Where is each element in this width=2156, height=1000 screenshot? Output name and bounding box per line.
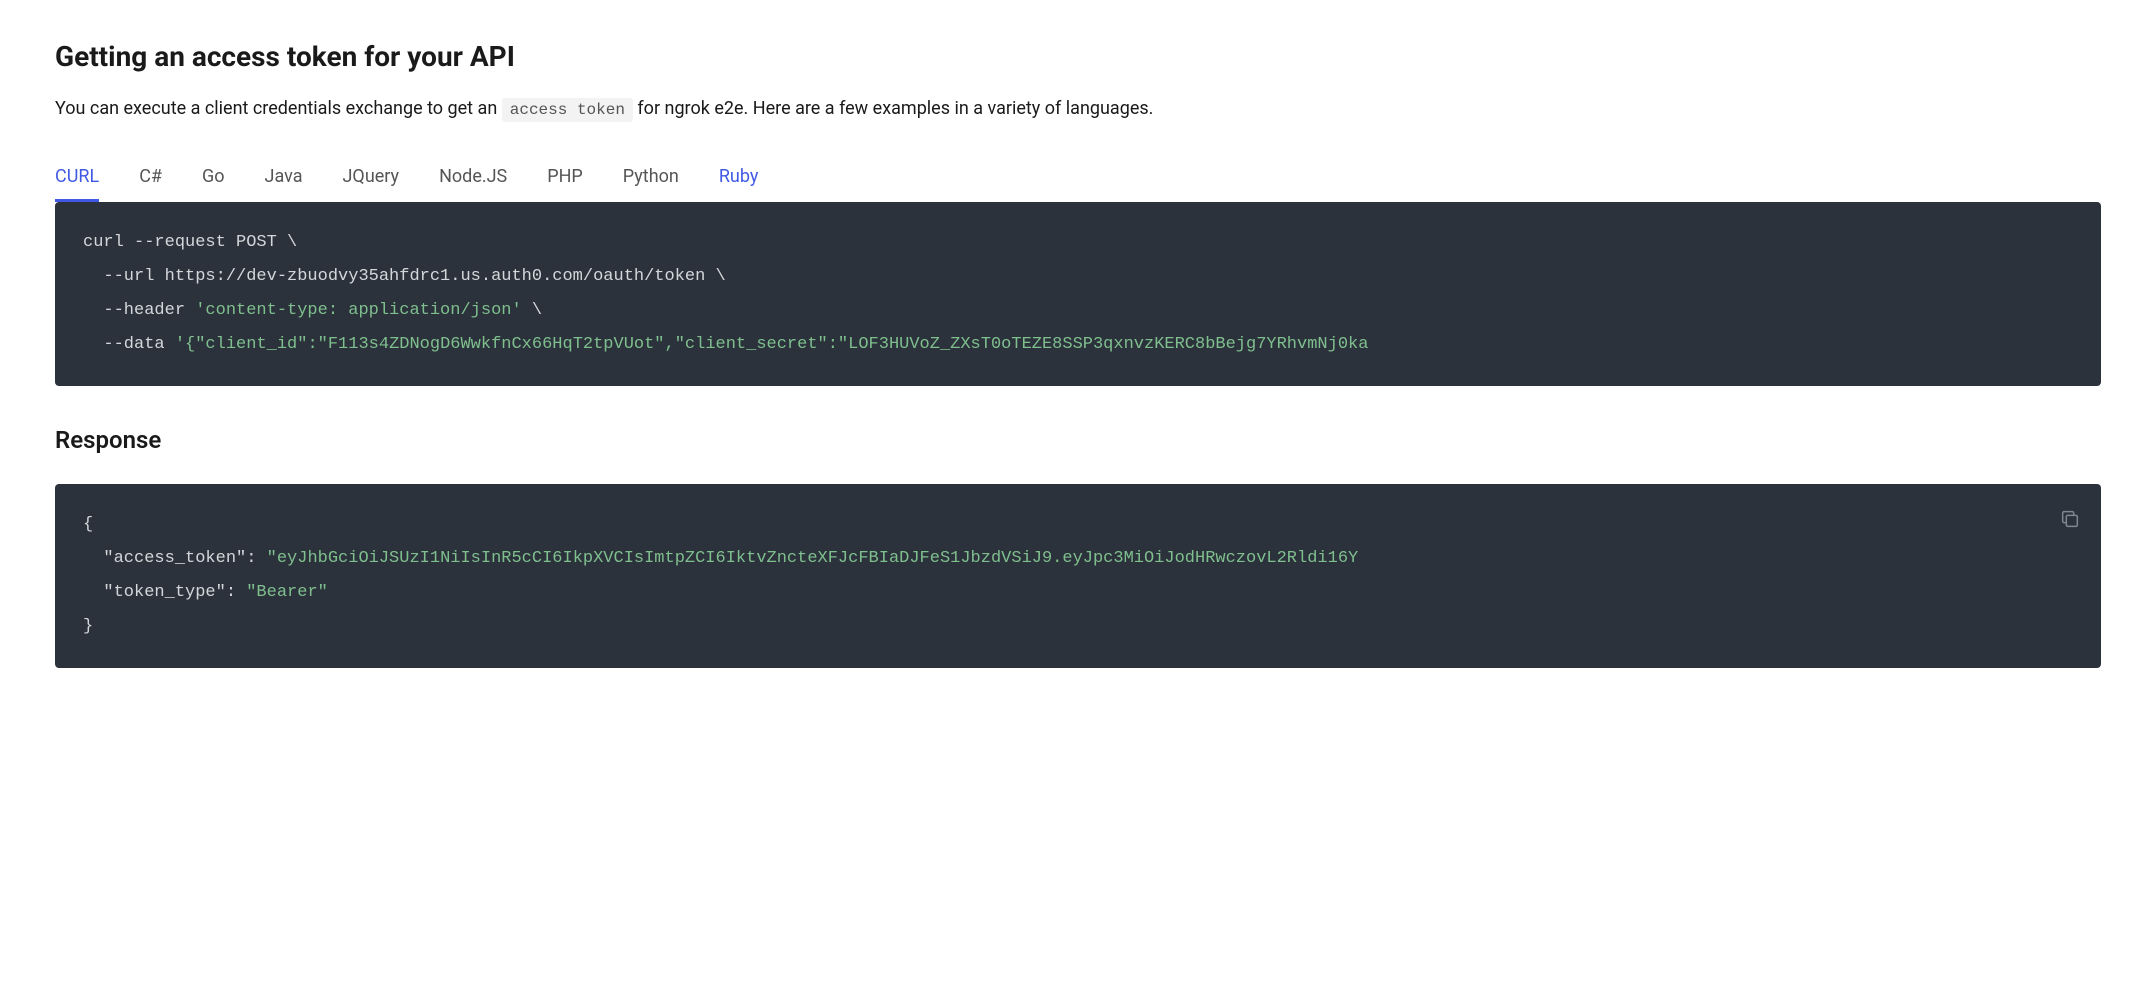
code-line-3-string: 'content-type: application/json' [195,301,521,320]
page-heading: Getting an access token for your API [55,40,2101,73]
copy-icon[interactable] [2059,508,2081,530]
tab-curl[interactable]: CURL [55,166,99,202]
request-code-block: curl --request POST \ --url https://dev-… [55,202,2101,386]
code-line-3-post: \ [522,301,542,320]
code-line-4-pre: --data [83,335,175,354]
tab-php[interactable]: PHP [547,166,583,202]
response-line-3-pre: "token_type": [83,583,246,602]
tab-nodejs[interactable]: Node.JS [439,166,507,202]
response-line-1: { [83,515,93,534]
description-pre-text: You can execute a client credentials exc… [55,98,502,119]
description-post-text: for ngrok e2e. Here are a few examples i… [633,98,1153,119]
tab-python[interactable]: Python [623,166,679,202]
tab-csharp[interactable]: C# [139,166,162,202]
response-line-4: } [83,617,93,636]
description-paragraph: You can execute a client credentials exc… [55,95,2101,124]
tab-go[interactable]: Go [202,166,225,202]
inline-code-access-token: access token [502,98,633,122]
tab-jquery[interactable]: JQuery [343,166,400,202]
language-tabs: CURL C# Go Java JQuery Node.JS PHP Pytho… [55,166,2101,202]
code-line-3-pre: --header [83,301,195,320]
response-line-3-string: "Bearer" [246,583,328,602]
code-line-2: --url https://dev-zbuodvy35ahfdrc1.us.au… [83,267,726,286]
response-code-block: { "access_token": "eyJhbGciOiJSUzI1NiIsI… [55,484,2101,668]
response-heading: Response [55,426,2101,454]
code-line-4-string: '{"client_id":"F113s4ZDNogD6WwkfnCx66HqT… [175,335,1369,354]
code-line-1: curl --request POST \ [83,233,297,252]
response-line-2-string: "eyJhbGciOiJSUzI1NiIsInR5cCI6IkpXVCIsImt… [267,549,1359,568]
response-line-2-pre: "access_token": [83,549,267,568]
tab-java[interactable]: Java [265,166,303,202]
tab-ruby[interactable]: Ruby [719,166,759,202]
